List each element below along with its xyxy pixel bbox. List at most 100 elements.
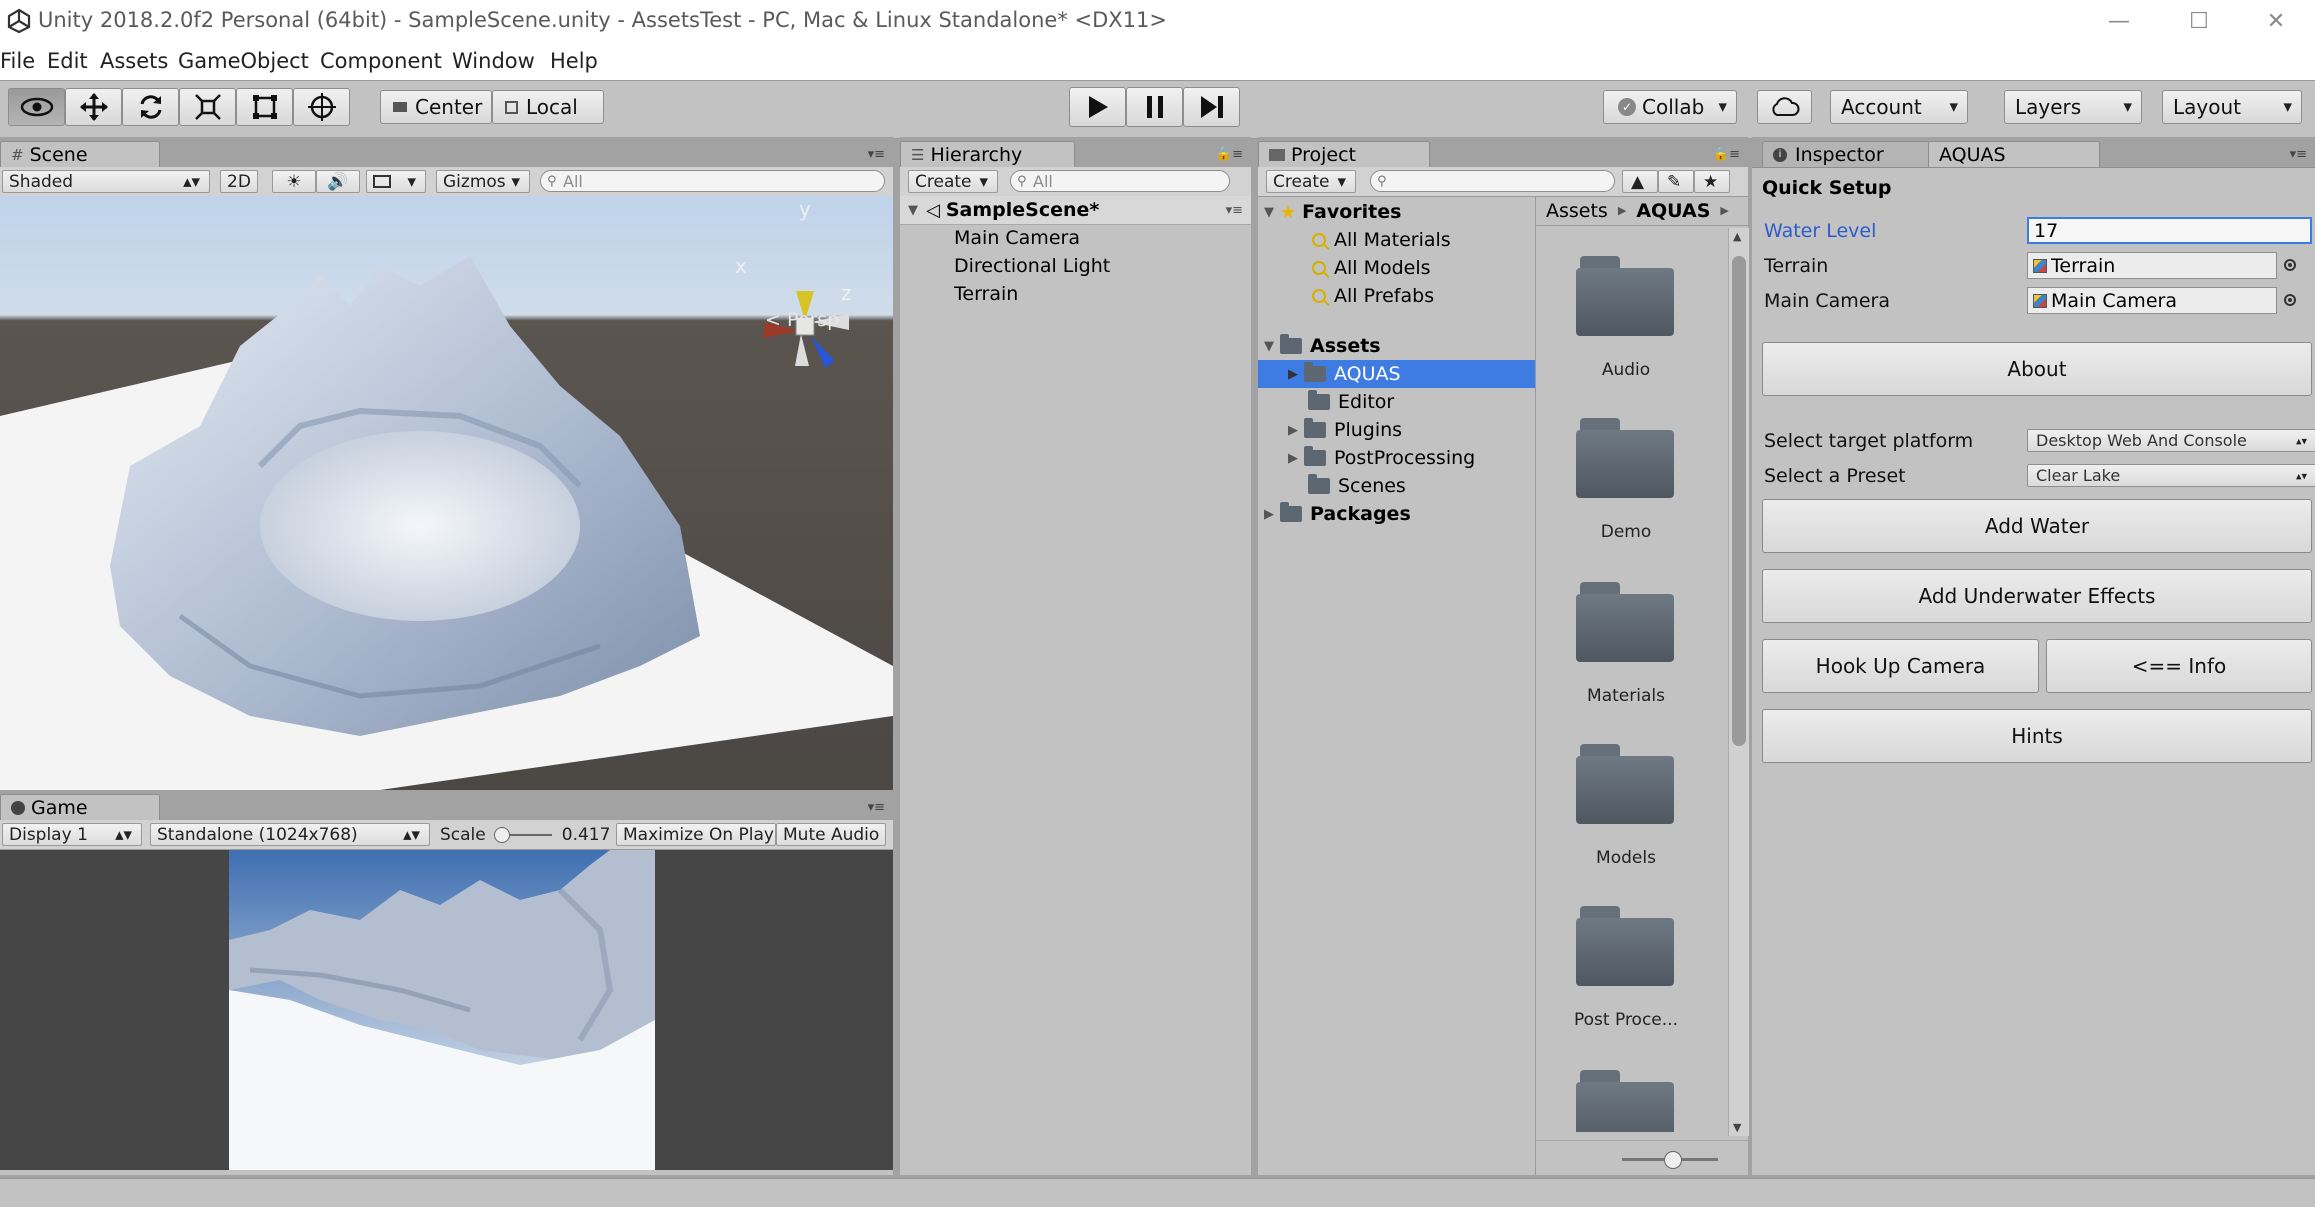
minimize-button[interactable]: —	[2080, 0, 2158, 42]
shading-mode-dropdown[interactable]: Shaded ▲▼	[2, 170, 210, 193]
maximize-on-play-toggle[interactable]: Maximize On Play	[616, 823, 776, 846]
hierarchy-search-input[interactable]: ⚲ All	[1010, 170, 1230, 192]
menu-gameobject[interactable]: GameObject	[178, 49, 309, 73]
scene-root-row[interactable]: ▼ ◁ SampleScene* ▾≡	[900, 196, 1251, 225]
favorite-item[interactable]: All Models	[1258, 254, 1535, 282]
assets-row[interactable]: ▼ Assets	[1258, 332, 1535, 360]
add-underwater-effects-button[interactable]: Add Underwater Effects	[1762, 569, 2312, 623]
tab-inspector[interactable]: i Inspector	[1762, 141, 1932, 167]
menu-help[interactable]: Help	[550, 49, 598, 73]
breadcrumb-aquas[interactable]: AQUAS	[1636, 200, 1710, 222]
asset-folder-audio[interactable]: Audio	[1536, 256, 1716, 386]
pivot-rotation-button[interactable]: Local	[492, 90, 604, 124]
panel-menu-icon[interactable]: 🔒≡	[1713, 147, 1740, 162]
asset-folder-partial[interactable]	[1536, 1070, 1716, 1132]
panel-menu-icon[interactable]: ▾≡	[868, 800, 885, 815]
scale-slider[interactable]	[493, 826, 552, 843]
asset-folder-demo[interactable]: Demo	[1536, 418, 1716, 548]
move-tool-button[interactable]	[65, 88, 122, 126]
packages-row[interactable]: ▶ Packages	[1258, 500, 1535, 528]
audio-toggle[interactable]: 🔊	[316, 170, 360, 193]
asset-folder-models[interactable]: Models	[1536, 744, 1716, 874]
menu-file[interactable]: File	[0, 49, 35, 73]
object-picker-icon[interactable]	[2284, 294, 2296, 306]
menu-assets[interactable]: Assets	[100, 49, 168, 73]
game-viewport[interactable]	[0, 850, 893, 1170]
breadcrumb-assets[interactable]: Assets	[1546, 200, 1608, 222]
menu-window[interactable]: Window	[452, 49, 535, 73]
scene-search-input[interactable]: ⚲ All	[540, 170, 885, 192]
account-dropdown[interactable]: Account ▼	[1830, 90, 1968, 124]
tab-hierarchy[interactable]: ☰ Hierarchy	[900, 141, 1075, 167]
hook-up-camera-button[interactable]: Hook Up Camera	[1762, 639, 2039, 693]
project-scrollbar[interactable]: ▲ ▼	[1728, 228, 1749, 1136]
favorite-item[interactable]: All Prefabs	[1258, 282, 1535, 310]
tab-aquas[interactable]: AQUAS	[1928, 141, 2100, 167]
scrollbar-thumb[interactable]	[1732, 256, 1746, 746]
hierarchy-item[interactable]: Main Camera	[900, 224, 1251, 252]
effects-dropdown[interactable]: ▼	[366, 170, 426, 193]
rect-tool-button[interactable]	[236, 88, 293, 126]
favorites-row[interactable]: ▼ ★ Favorites	[1258, 198, 1535, 226]
resolution-dropdown[interactable]: Standalone (1024x768) ▲▼	[150, 823, 430, 846]
favorites-button[interactable]: ★	[1694, 170, 1730, 193]
lighting-toggle[interactable]: ☀	[272, 170, 316, 193]
hierarchy-item[interactable]: Terrain	[900, 280, 1251, 308]
transform-tool-button[interactable]	[293, 88, 350, 126]
terrain-object-field[interactable]: Terrain	[2027, 252, 2277, 279]
view-tool-button[interactable]	[8, 88, 65, 126]
panel-menu-icon[interactable]: ▾≡	[2290, 147, 2307, 162]
info-button[interactable]: <== Info	[2046, 639, 2312, 693]
folder-row-plugins[interactable]: ▶ Plugins	[1258, 416, 1535, 444]
icon-size-slider-handle[interactable]	[1664, 1151, 1682, 1169]
project-create-dropdown[interactable]: Create ▼	[1266, 170, 1356, 193]
tab-game[interactable]: Game	[0, 794, 160, 820]
layers-dropdown[interactable]: Layers ▼	[2004, 90, 2142, 124]
maximize-button[interactable]: ☐	[2160, 0, 2238, 42]
collab-dropdown[interactable]: ✓ Collab ▼	[1603, 90, 1737, 124]
water-level-field[interactable]: 17	[2027, 217, 2312, 244]
asset-folder-materials[interactable]: Materials	[1536, 582, 1716, 712]
tab-project[interactable]: Project	[1258, 141, 1430, 167]
filter-by-label-button[interactable]: ✎	[1658, 170, 1694, 193]
pause-button[interactable]	[1126, 87, 1183, 127]
object-picker-icon[interactable]	[2284, 259, 2296, 271]
gizmos-dropdown[interactable]: Gizmos ▼	[436, 170, 530, 193]
project-search-input[interactable]: ⚲	[1370, 170, 1615, 192]
favorite-item[interactable]: All Materials	[1258, 226, 1535, 254]
asset-folder-postprocessing[interactable]: Post Proce...	[1536, 906, 1716, 1036]
about-button[interactable]: About	[1762, 342, 2312, 396]
camera-object-field[interactable]: Main Camera	[2027, 287, 2277, 314]
hints-button[interactable]: Hints	[1762, 709, 2312, 763]
play-button[interactable]	[1069, 87, 1126, 127]
rotate-tool-button[interactable]	[122, 88, 179, 126]
folder-row-editor[interactable]: Editor	[1258, 388, 1535, 416]
hierarchy-create-dropdown[interactable]: Create ▼	[908, 170, 998, 193]
layout-dropdown[interactable]: Layout ▼	[2162, 90, 2302, 124]
toggle-2d-button[interactable]: 2D	[220, 170, 258, 193]
target-platform-dropdown[interactable]: Desktop Web And Console ▴▾	[2027, 429, 2315, 452]
menu-component[interactable]: Component	[320, 49, 442, 73]
folder-row-scenes[interactable]: Scenes	[1258, 472, 1535, 500]
filter-by-type-button[interactable]: ▲	[1622, 170, 1658, 193]
pivot-mode-button[interactable]: Center	[380, 90, 492, 124]
scene-menu-icon[interactable]: ▾≡	[1226, 203, 1243, 218]
scroll-up-icon[interactable]: ▲	[1733, 230, 1741, 243]
close-button[interactable]: ✕	[2237, 0, 2315, 42]
scroll-down-icon[interactable]: ▼	[1733, 1121, 1741, 1134]
mute-audio-toggle[interactable]: Mute Audio	[776, 823, 886, 846]
step-button[interactable]	[1183, 87, 1240, 127]
tab-scene[interactable]: # Scene	[0, 141, 160, 167]
scale-tool-button[interactable]	[179, 88, 236, 126]
preset-dropdown[interactable]: Clear Lake ▴▾	[2027, 464, 2315, 487]
cloud-button[interactable]	[1757, 90, 1812, 124]
folder-row-aquas[interactable]: ▶ AQUAS	[1258, 360, 1535, 388]
menu-edit[interactable]: Edit	[47, 49, 88, 73]
panel-menu-icon[interactable]: 🔒≡	[1216, 147, 1243, 162]
hierarchy-item[interactable]: Directional Light	[900, 252, 1251, 280]
panel-menu-icon[interactable]: ▾≡	[868, 147, 885, 162]
display-dropdown[interactable]: Display 1 ▲▼	[2, 823, 142, 846]
projection-label[interactable]: < Persp	[765, 309, 839, 331]
add-water-button[interactable]: Add Water	[1762, 499, 2312, 553]
folder-row-postprocessing[interactable]: ▶ PostProcessing	[1258, 444, 1535, 472]
